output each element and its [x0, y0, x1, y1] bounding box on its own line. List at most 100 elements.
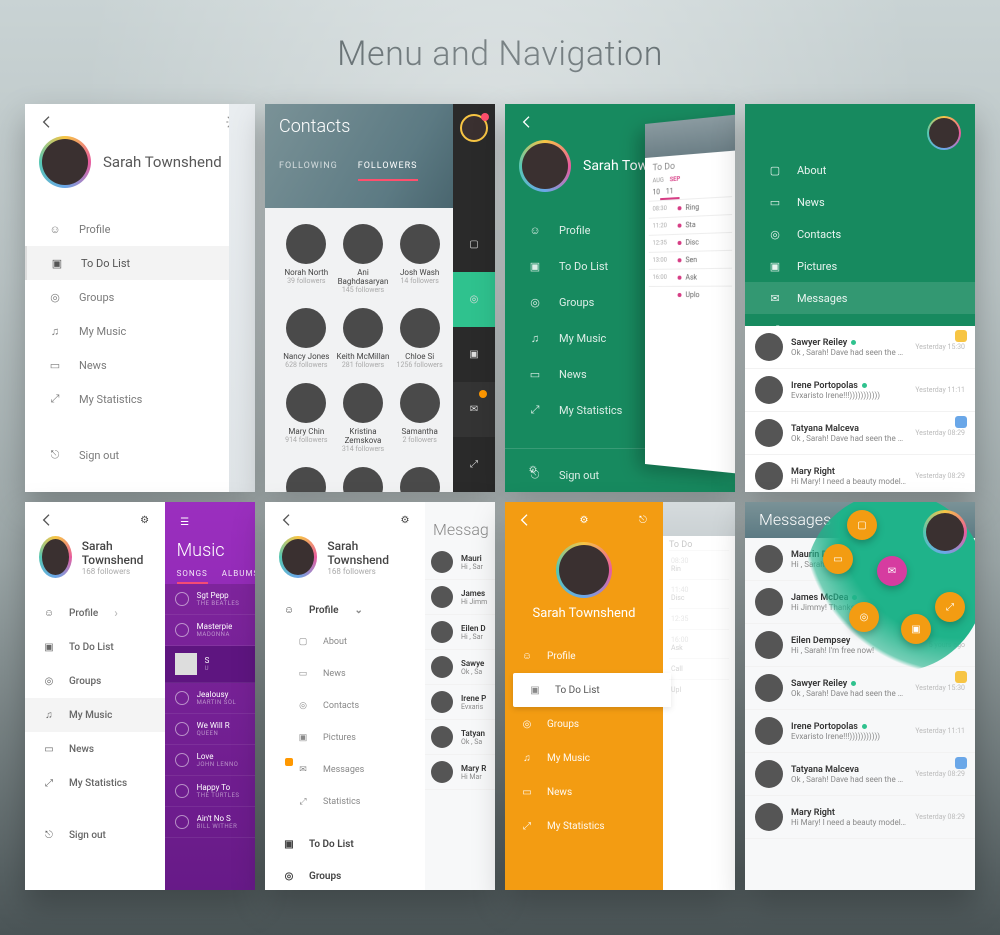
rail-avatar[interactable] — [460, 114, 488, 142]
sidebar-item-todo[interactable]: ▣To Do List — [25, 246, 255, 280]
message-item[interactable]: Sawyer ReileyOk , Sarah! Dave had seen t… — [745, 667, 975, 710]
exit-icon[interactable]: ⎋ — [635, 512, 651, 528]
tab-albums[interactable]: ALBUMS — [222, 569, 255, 584]
message-item[interactable]: Mary RightHi Mary! I need a beauty model… — [745, 455, 975, 492]
message-item[interactable]: Tatyana MalcevaOk , Sarah! Dave had seen… — [745, 753, 975, 796]
rail-item-mail[interactable]: ✉ — [453, 382, 495, 437]
sub-item-about[interactable]: ▢About — [265, 626, 425, 658]
overlay-item-about[interactable]: ▢About — [745, 154, 975, 186]
back-icon[interactable] — [39, 512, 55, 528]
sidebar-item-profile[interactable]: ☺Profile — [25, 212, 255, 246]
gear-icon[interactable]: ⚙ — [397, 512, 413, 528]
sub-item-pictures[interactable]: ▣Pictures — [265, 722, 425, 754]
radial-item-news[interactable]: ▭ — [823, 544, 853, 574]
message-item[interactable]: SawyeOk , Sa — [425, 650, 495, 685]
sidebar-item-stats[interactable]: ⤢My Statistics — [505, 809, 663, 843]
avatar[interactable] — [927, 116, 961, 150]
sidebar-item-profile[interactable]: ☺Profile — [25, 596, 165, 630]
song-item[interactable]: JealousyMARTIN SOL — [165, 683, 255, 714]
sidebar-item-music[interactable]: ♫My Music — [505, 741, 663, 775]
back-icon[interactable] — [517, 512, 533, 528]
sidebar-item-groups[interactable]: ◎Groups — [505, 707, 663, 741]
sidebar-item-news[interactable]: ▭News — [25, 348, 255, 382]
song-item[interactable]: Sgt PeppTHE BEATLES — [165, 584, 255, 615]
sidebar-item-profile[interactable]: ☺Profile — [265, 594, 425, 626]
message-item[interactable]: JamesHi Jimm — [425, 580, 495, 615]
song-item[interactable]: Happy ToTHE TURTLES — [165, 776, 255, 807]
radial-item-pictures[interactable]: ▣ — [901, 614, 931, 644]
contact-item[interactable]: Steven Wilson745 followers — [279, 467, 334, 492]
sidebar-item-signout[interactable]: ⎋Sign out — [25, 818, 165, 852]
song-item[interactable]: SU — [165, 646, 255, 683]
sidebar-item-groups[interactable]: ◎Groups — [25, 280, 255, 314]
contact-item[interactable]: Ani Baghdasaryan145 followers — [336, 224, 391, 294]
contact-item[interactable]: Chloe Si1256 followers — [392, 308, 447, 369]
rail-item-pictures[interactable]: ▣ — [453, 327, 495, 382]
avatar[interactable] — [556, 542, 612, 598]
contact-item[interactable]: Kristina Zemskova314 followers — [336, 383, 391, 453]
sub-item-stats[interactable]: ⤢Statistics — [265, 786, 425, 818]
tab-followers[interactable]: FOLLOWERS — [358, 161, 418, 181]
back-icon[interactable] — [519, 114, 535, 130]
overlay-item-news[interactable]: ▭News — [745, 186, 975, 218]
tab-following[interactable]: FOLLOWING — [279, 161, 338, 181]
rail-item-stats[interactable]: ⤢ — [453, 437, 495, 492]
song-item[interactable]: We Will RQUEEN — [165, 714, 255, 745]
sub-item-news[interactable]: ▭News — [265, 658, 425, 690]
gear-icon[interactable]: ⚙ — [525, 462, 541, 478]
sidebar-item-todo[interactable]: ▣To Do List — [25, 630, 165, 664]
sub-item-contacts[interactable]: ◎Contacts — [265, 690, 425, 722]
sidebar-item-stats[interactable]: ⤢My Statistics — [25, 382, 255, 416]
contact-item[interactable]: Josh Wash14 followers — [392, 224, 447, 294]
sidebar-item-news[interactable]: ▭News — [25, 732, 165, 766]
message-item[interactable]: Eilen DHi , Sar — [425, 615, 495, 650]
message-item[interactable]: MauriHi , Sar — [425, 545, 495, 580]
avatar[interactable] — [923, 510, 967, 554]
contact-item[interactable]: Nathan Loceff146 followers — [336, 467, 391, 492]
radial-item-book[interactable]: ▢ — [847, 510, 877, 540]
overlay-item-contacts[interactable]: ◎Contacts — [745, 218, 975, 250]
sidebar-item-stats[interactable]: ⤢My Statistics — [25, 766, 165, 800]
gear-icon[interactable]: ⚙ — [576, 512, 592, 528]
sidebar-item-profile[interactable]: ☺Profile — [505, 639, 663, 673]
message-item[interactable]: Irene PortopolasEvxaristo Irene!!!))))))… — [745, 710, 975, 753]
overlay-item-messages[interactable]: ✉Messages — [745, 282, 975, 314]
message-item[interactable]: Mary RHi Mar — [425, 755, 495, 790]
radial-item-stats[interactable]: ⤢ — [935, 592, 965, 622]
message-item[interactable]: TatyanOk , Sa — [425, 720, 495, 755]
sidebar-item-news[interactable]: ▭News — [505, 775, 663, 809]
message-item[interactable]: Tatyana MalcevaOk , Sarah! Dave had seen… — [745, 412, 975, 455]
back-icon[interactable] — [39, 114, 55, 130]
contact-item[interactable]: Norah North39 followers — [279, 224, 334, 294]
overlay-item-pictures[interactable]: ▣Pictures — [745, 250, 975, 282]
radial-item-mail[interactable]: ✉ — [877, 556, 907, 586]
contact-item[interactable]: Nancy Jones628 followers — [279, 308, 334, 369]
message-item[interactable]: Mary RightHi Mary! I need a beauty model… — [745, 796, 975, 839]
back-icon[interactable] — [279, 512, 295, 528]
sidebar-item-groups[interactable]: ◎Groups — [25, 664, 165, 698]
radial-item-contacts[interactable]: ◎ — [849, 602, 879, 632]
rail-item-contacts[interactable]: ◎ — [453, 272, 495, 327]
overlay-item-stats[interactable]: ⤢Statistics — [745, 314, 975, 346]
contact-item[interactable]: Karen Simo6 followers — [392, 467, 447, 492]
message-item[interactable]: Irene PEvxaris — [425, 685, 495, 720]
sidebar-item-music[interactable]: ♫My Music — [25, 314, 255, 348]
avatar[interactable] — [39, 136, 91, 188]
song-item[interactable]: LoveJOHN LENNO — [165, 745, 255, 776]
song-item[interactable]: Ain't No SBILL WITHER — [165, 807, 255, 838]
sidebar-item-music[interactable]: ♫My Music — [25, 698, 165, 732]
contact-item[interactable]: Samantha2 followers — [392, 383, 447, 453]
sidebar-item-groups[interactable]: ◎Groups — [265, 860, 425, 890]
avatar[interactable] — [39, 536, 72, 578]
song-item[interactable]: MasterpieMADONNA — [165, 615, 255, 646]
avatar[interactable] — [519, 140, 571, 192]
contact-item[interactable]: Keith McMillan281 followers — [336, 308, 391, 369]
contact-item[interactable]: Mary Chin914 followers — [279, 383, 334, 453]
tab-songs[interactable]: SONGS — [177, 569, 208, 584]
hamburger-icon[interactable]: ☰ — [177, 514, 193, 530]
sub-item-messages[interactable]: ✉Messages — [265, 754, 425, 786]
sidebar-item-todo[interactable]: ▣To Do List — [265, 828, 425, 860]
avatar[interactable] — [279, 536, 317, 578]
message-item[interactable]: Irene PortopolasEvxaristo Irene!!!))))))… — [745, 369, 975, 412]
rail-item-book[interactable]: ▢ — [453, 217, 495, 272]
